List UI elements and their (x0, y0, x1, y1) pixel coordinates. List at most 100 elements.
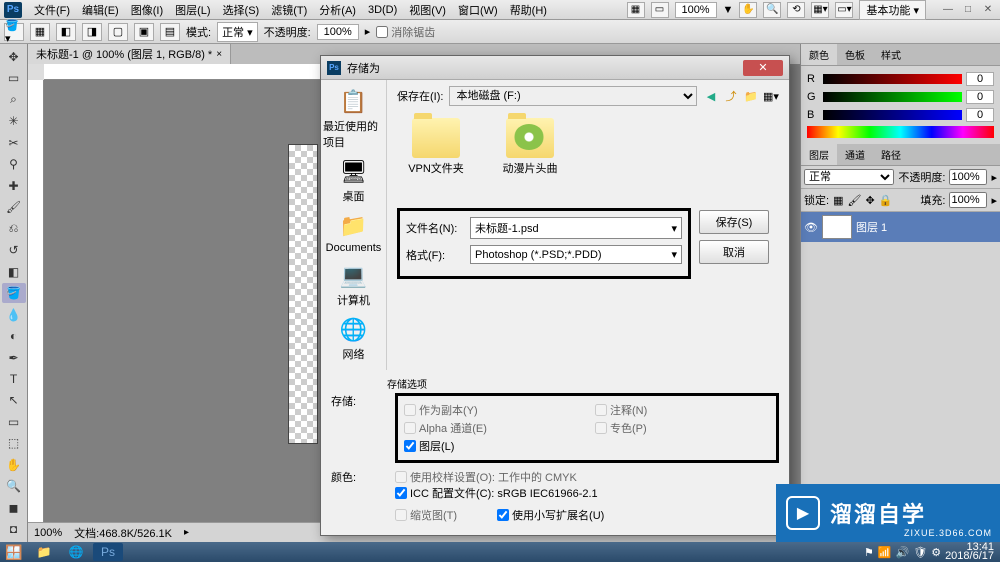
tray-network-icon[interactable]: 📶 (878, 546, 892, 559)
tray-flag-icon[interactable]: ⚑ (864, 546, 874, 559)
menu-edit[interactable]: 编辑(E) (76, 0, 125, 20)
lasso-tool[interactable]: ⌕ (2, 90, 26, 109)
tray-gear-icon[interactable]: ⚙ (931, 546, 941, 559)
close-button[interactable]: ✕ (980, 4, 996, 16)
antialias-checkbox[interactable]: 消除锯齿 (376, 24, 435, 40)
path-tool[interactable]: ↖ (2, 391, 26, 410)
dodge-tool[interactable]: ◐ (2, 326, 26, 345)
pattern-picker-icon[interactable]: ◧ (56, 23, 76, 41)
view-extras-icon[interactable]: ▭ (651, 2, 669, 18)
file-list[interactable]: VPN文件夹 动漫片头曲 (397, 114, 779, 204)
r-value[interactable] (966, 72, 994, 86)
menu-file[interactable]: 文件(F) (28, 0, 76, 20)
hand-tool-icon[interactable]: ✋ (739, 2, 757, 18)
color-spectrum[interactable] (807, 126, 994, 138)
opt-icc[interactable]: ICC 配置文件(C): sRGB IEC61966-2.1 (395, 485, 779, 501)
r-slider[interactable] (823, 74, 962, 84)
menu-filter[interactable]: 滤镜(T) (265, 0, 313, 20)
start-button[interactable]: 🪟 (0, 542, 28, 562)
gradient-icon[interactable]: ◨ (82, 23, 102, 41)
g-value[interactable] (966, 90, 994, 104)
opt-icon-7[interactable]: ▤ (160, 23, 180, 41)
screen-mode-icon[interactable]: ▭▾ (835, 2, 853, 18)
tab-paths[interactable]: 路径 (873, 144, 909, 165)
fill-field[interactable] (949, 192, 987, 208)
blend-mode-select[interactable]: 正常 ▾ (217, 22, 258, 42)
tab-channels[interactable]: 通道 (837, 144, 873, 165)
3d-tool[interactable]: ⬚ (2, 434, 26, 453)
wand-tool[interactable]: ✳ (2, 111, 26, 130)
zoom-status[interactable]: 100% (34, 527, 62, 539)
task-explorer[interactable]: 📁 (29, 543, 59, 561)
bucket-tool[interactable]: 🪣 (2, 283, 26, 302)
pen-tool[interactable]: ✒ (2, 348, 26, 367)
folder-item[interactable]: 动漫片头曲 (495, 118, 565, 200)
place-computer[interactable]: 💻计算机 (321, 258, 386, 312)
arrange-docs-icon[interactable]: ▦▾ (811, 2, 829, 18)
lock-transparency-icon[interactable]: ▦ (833, 194, 843, 207)
ruler-origin[interactable] (28, 64, 44, 80)
b-value[interactable] (966, 108, 994, 122)
save-button[interactable]: 保存(S) (699, 210, 769, 234)
hand-tool[interactable]: ✋ (2, 455, 26, 474)
lock-all-icon[interactable]: 🔒 (879, 194, 893, 207)
task-browser[interactable]: 🌐 (61, 543, 91, 561)
opt-icon-5[interactable]: ▢ (108, 23, 128, 41)
heal-tool[interactable]: ✚ (2, 176, 26, 195)
place-documents[interactable]: 📁Documents (321, 208, 386, 258)
zoom-tool-icon[interactable]: 🔍 (763, 2, 781, 18)
tab-styles[interactable]: 样式 (873, 44, 909, 65)
layer-thumbnail[interactable] (822, 215, 852, 239)
document-tab[interactable]: 未标题-1 @ 100% (图层 1, RGB/8) * × (28, 44, 231, 64)
dialog-close-button[interactable]: ✕ (743, 60, 783, 76)
menu-window[interactable]: 窗口(W) (452, 0, 504, 20)
lock-position-icon[interactable]: ✥ (865, 194, 874, 207)
document-canvas[interactable] (288, 144, 318, 444)
up-icon[interactable]: ⤴ (723, 88, 739, 104)
brush-tool[interactable]: 🖌 (2, 197, 26, 216)
visibility-icon[interactable]: 👁 (804, 221, 818, 234)
view-menu-icon[interactable]: ▦▾ (763, 88, 779, 104)
filename-field[interactable]: 未标题-1.psd▾ (470, 217, 682, 239)
dialog-titlebar[interactable]: Ps 存储为 ✕ (321, 56, 789, 80)
g-slider[interactable] (823, 92, 962, 102)
opt-lowercase-ext[interactable]: 使用小写扩展名(U) (497, 507, 604, 523)
save-in-select[interactable]: 本地磁盘 (F:) (449, 86, 697, 106)
tray-volume-icon[interactable]: 🔊 (896, 546, 910, 559)
marquee-tool[interactable]: ▭ (2, 68, 26, 87)
opt-layers[interactable]: 图层(L) (404, 438, 579, 454)
stamp-tool[interactable]: ⎌ (2, 219, 26, 238)
cancel-button[interactable]: 取消 (699, 240, 769, 264)
folder-item[interactable]: VPN文件夹 (401, 118, 471, 200)
menu-select[interactable]: 选择(S) (217, 0, 266, 20)
tray-shield-icon[interactable]: 🛡 (913, 546, 927, 559)
layer-blend-select[interactable]: 正常 (804, 169, 894, 185)
type-tool[interactable]: T (2, 369, 26, 388)
doc-size-status[interactable]: 文档:468.8K/526.1K (74, 525, 172, 541)
place-network[interactable]: 🌐网络 (321, 312, 386, 366)
vertical-ruler[interactable] (28, 80, 44, 522)
format-select[interactable]: Photoshop (*.PSD;*.PDD)▾ (470, 245, 682, 264)
menu-analysis[interactable]: 分析(A) (313, 0, 362, 20)
lock-pixels-icon[interactable]: 🖌 (847, 194, 861, 207)
history-brush-tool[interactable]: ↺ (2, 240, 26, 259)
clock[interactable]: 13:41 2018/6/17 (945, 543, 994, 561)
menu-help[interactable]: 帮助(H) (504, 0, 553, 20)
zoom-level-field[interactable] (675, 2, 717, 18)
task-photoshop[interactable]: Ps (93, 543, 123, 561)
layer-name[interactable]: 图层 1 (856, 219, 887, 235)
maximize-button[interactable]: □ (960, 4, 976, 16)
shape-tool[interactable]: ▭ (2, 412, 26, 431)
menu-3d[interactable]: 3D(D) (362, 2, 403, 18)
color-swatch[interactable]: ◼ (2, 498, 26, 517)
opt-as-copy[interactable]: 作为副本(Y) (404, 402, 579, 418)
workspace-switcher[interactable]: 基本功能 ▾ (859, 0, 926, 20)
place-desktop[interactable]: 🖥桌面 (321, 154, 386, 208)
system-tray[interactable]: ⚑ 📶 🔊 🛡 ⚙ 13:41 2018/6/17 (858, 543, 1000, 561)
opacity-field[interactable] (317, 24, 359, 40)
menu-layer[interactable]: 图层(L) (169, 0, 216, 20)
menu-view[interactable]: 视图(V) (403, 0, 452, 20)
launch-bridge-icon[interactable]: ▦ (627, 2, 645, 18)
eyedropper-tool[interactable]: ⚲ (2, 154, 26, 173)
rotate-view-icon[interactable]: ⟲ (787, 2, 805, 18)
